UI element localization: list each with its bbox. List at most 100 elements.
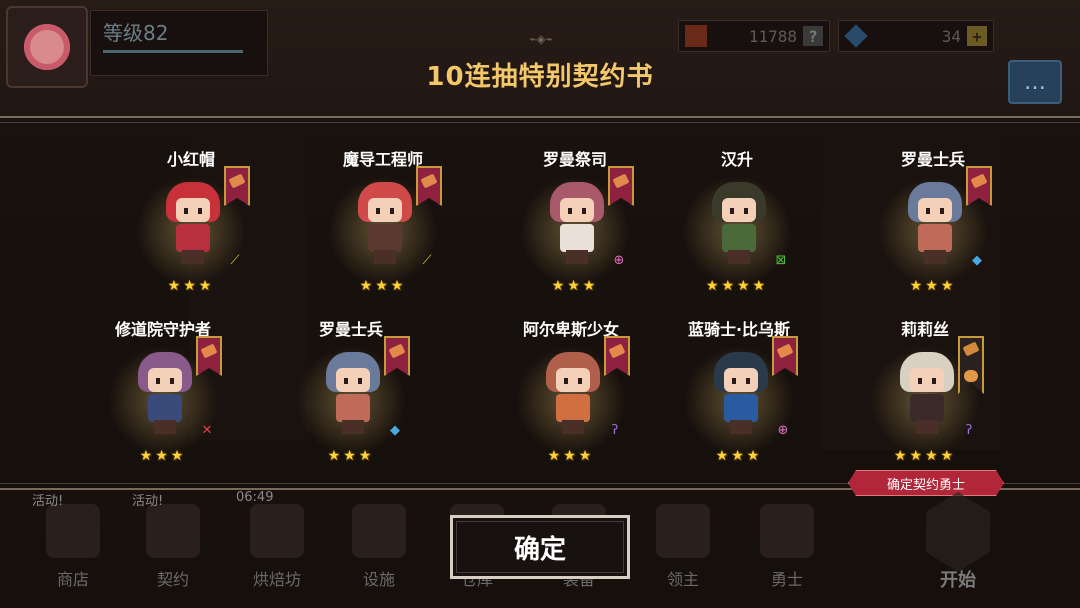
hero-eye	[730, 208, 734, 214]
hero-eye	[564, 378, 568, 384]
gold-counter: 11788 ?	[678, 20, 830, 52]
hero-face	[336, 368, 370, 392]
hero-face	[368, 198, 402, 222]
nav-item[interactable]: 06:49 烘焙坊	[232, 490, 322, 606]
sword-icon: ⟋	[422, 253, 432, 268]
nav-icon	[760, 504, 814, 558]
help-icon[interactable]: ?	[803, 26, 823, 46]
hero-eye	[940, 208, 944, 214]
nav-label: 设施	[362, 570, 395, 589]
nav-label: 勇士	[770, 570, 803, 589]
hero-sprite	[162, 182, 224, 268]
staff-icon: ⊕	[613, 253, 625, 268]
hero-legs	[154, 420, 176, 434]
hero-stars: ★★★★	[893, 448, 957, 464]
hero-legs	[566, 250, 588, 264]
hero-eye	[156, 378, 160, 384]
nav-item[interactable]: 设施	[334, 496, 424, 606]
hero-legs	[924, 250, 946, 264]
nav-icon	[352, 504, 406, 558]
hero-eye	[732, 378, 736, 384]
exp-bar	[103, 50, 243, 53]
start-button[interactable]: 开始	[898, 486, 1018, 606]
start-emblem-icon	[926, 492, 990, 572]
hero-body	[368, 224, 402, 252]
hero-stars: ★★★	[167, 278, 215, 294]
hero-legs	[342, 420, 364, 434]
nav-icon	[250, 504, 304, 558]
level-label: 等级82	[103, 21, 169, 45]
hero-legs	[916, 420, 938, 434]
hero-card[interactable]: 小红帽 ⟋ ★★★	[116, 146, 266, 306]
hero-sprite	[322, 352, 384, 438]
nav-icon	[146, 504, 200, 558]
hero-sprite	[354, 182, 416, 268]
nav-label: 契约	[156, 570, 189, 589]
hero-eye	[578, 378, 582, 384]
hook-icon: ʔ	[965, 423, 973, 438]
hero-eye	[746, 378, 750, 384]
hero-eye	[376, 208, 380, 214]
hero-legs	[728, 250, 750, 264]
hero-stars: ★★★★	[705, 278, 769, 294]
hero-eye	[358, 378, 362, 384]
sword-icon: ⟋	[230, 253, 240, 268]
nav-icon	[656, 504, 710, 558]
ok-button[interactable]: 确定	[450, 515, 630, 579]
hero-card[interactable]: 汉升 ⊠ ★★★★	[662, 146, 812, 306]
hero-face	[724, 368, 758, 392]
hero-body	[176, 224, 210, 252]
hero-body	[724, 394, 758, 422]
hero-face	[556, 368, 590, 392]
hero-body	[722, 224, 756, 252]
hero-body	[556, 394, 590, 422]
nav-label: 商店	[56, 570, 89, 589]
dialog-title: 10连抽特别契约书	[426, 62, 654, 92]
hero-stars: ★★★	[359, 278, 407, 294]
hero-sprite	[896, 352, 958, 438]
hero-legs	[562, 420, 584, 434]
hero-sprite	[708, 182, 770, 268]
nav-item[interactable]: 活动! 契约	[128, 494, 218, 606]
hero-face	[918, 198, 952, 222]
hero-card[interactable]: 修道院守护者 ✕ ★★★	[88, 316, 238, 476]
nav-label: 烘焙坊	[252, 570, 301, 589]
hero-eye	[568, 208, 572, 214]
nav-item[interactable]: 勇士	[742, 496, 832, 606]
nav-item[interactable]: 领主	[638, 496, 728, 606]
hero-stars: ★★★	[909, 278, 957, 294]
hero-face	[722, 198, 756, 222]
add-gems-button[interactable]: +	[967, 26, 987, 46]
hero-card[interactable]: 罗曼祭司 ⊕ ★★★	[500, 146, 650, 306]
blade-icon: ✕	[201, 423, 213, 438]
hero-eye	[926, 208, 930, 214]
hero-eye	[918, 378, 922, 384]
hero-legs	[730, 420, 752, 434]
hero-stars: ★★★	[715, 448, 763, 464]
hero-legs	[374, 250, 396, 264]
hero-legs	[182, 250, 204, 264]
hero-card[interactable]: 罗曼士兵 ◆ ★★★	[858, 146, 1008, 306]
hook-icon: ʔ	[611, 423, 619, 438]
hero-card[interactable]: 阿尔卑斯少女 ʔ ★★★	[496, 316, 646, 476]
hero-sprite	[710, 352, 772, 438]
hero-stars: ★★★	[547, 448, 595, 464]
hero-body	[336, 394, 370, 422]
hero-face	[560, 198, 594, 222]
nav-label: 领主	[666, 570, 699, 589]
nav-badge: 活动!	[132, 494, 164, 509]
hero-card[interactable]: 魔导工程师 ⟋ ★★★	[308, 146, 458, 306]
hero-card[interactable]: 莉莉丝 ʔ ★★★★	[850, 316, 1000, 476]
hero-card[interactable]: 罗曼士兵 ◆ ★★★	[276, 316, 426, 476]
hero-eye	[932, 378, 936, 384]
hero-stars: ★★★	[139, 448, 187, 464]
hero-card[interactable]: 蓝骑士·比乌斯 ⊕ ★★★	[664, 316, 814, 476]
hero-name: 汉升	[720, 150, 753, 169]
hero-sprite	[134, 352, 196, 438]
hero-sprite	[546, 182, 608, 268]
nav-item[interactable]: 活动! 商店	[28, 494, 118, 606]
bow-icon: ⊠	[775, 253, 787, 268]
hero-sprite	[904, 182, 966, 268]
hero-body	[918, 224, 952, 252]
hero-eye	[344, 378, 348, 384]
